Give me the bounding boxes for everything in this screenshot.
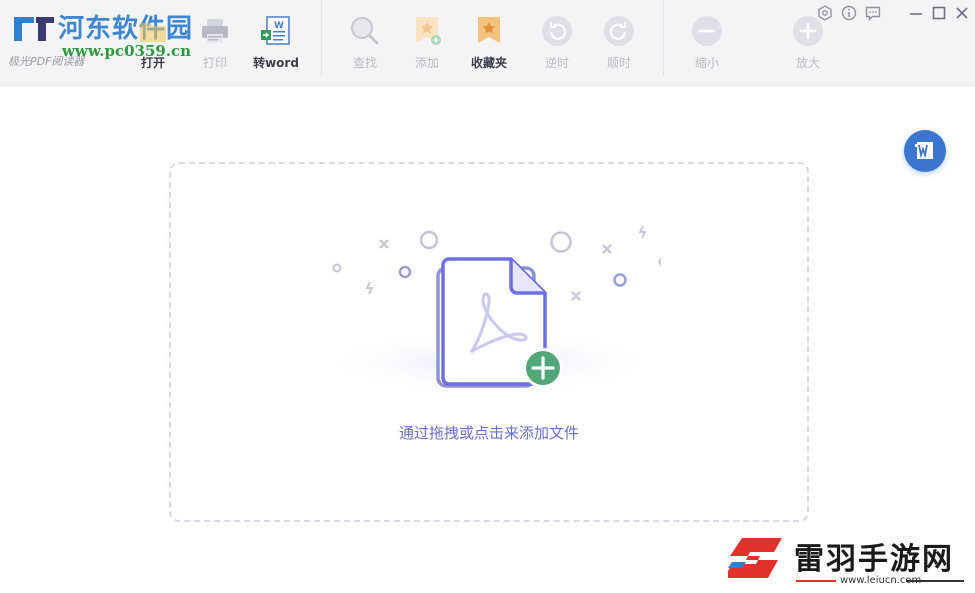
svg-text:W: W	[274, 21, 284, 31]
maximize-icon[interactable]	[930, 4, 948, 22]
bookmark-star-icon	[478, 17, 500, 43]
rotate-ccw-icon	[542, 16, 572, 46]
find-label: 查找	[352, 56, 377, 70]
drop-zone-hint: 通过拖拽或点击来添加文件	[398, 424, 579, 442]
watermark-site-title: 雷羽手游网	[794, 542, 954, 577]
add-pdf-illustration	[321, 225, 661, 394]
rotate-cw-icon	[604, 16, 634, 46]
search-icon	[351, 17, 379, 45]
toolbar-divider	[321, 0, 322, 76]
rotate-cw-button[interactable]: 顺时	[591, 14, 647, 76]
folder-open-icon	[140, 23, 166, 42]
minimize-icon[interactable]	[907, 4, 925, 22]
watermark-divider	[796, 580, 836, 582]
zoom-in-label: 放大	[795, 56, 820, 70]
add-bookmark-icon	[416, 17, 441, 45]
print-label: 打印	[202, 56, 227, 70]
close-icon[interactable]	[953, 4, 971, 22]
open-label: 打开	[140, 56, 165, 70]
find-button[interactable]: 查找	[337, 14, 393, 76]
rotate-cw-label: 顺时	[606, 56, 631, 70]
open-button[interactable]: 打开	[125, 14, 181, 76]
file-drop-zone[interactable]: 通过拖拽或点击来添加文件	[169, 162, 809, 522]
rotate-ccw-button[interactable]: 逆时	[529, 14, 585, 76]
rotate-ccw-label: 逆时	[544, 56, 569, 70]
toolbar: 极光PDF阅读器 河东软件园 www.pc0359.cn 打开 打印 W 转wo…	[0, 0, 975, 86]
favorites-label: 收藏夹	[470, 56, 507, 70]
feedback-icon[interactable]	[864, 4, 882, 22]
watermark-logo-icon	[724, 538, 782, 578]
app-logo-icon	[14, 17, 54, 41]
word-convert-icon: W	[261, 16, 290, 45]
toolbar-divider	[663, 0, 664, 76]
info-icon[interactable]	[840, 4, 858, 22]
favorites-button[interactable]: 收藏夹	[461, 14, 517, 76]
zoom-in-button[interactable]: 放大	[780, 14, 836, 76]
settings-icon[interactable]	[816, 4, 834, 22]
printer-icon	[202, 19, 228, 43]
pdf-to-word-float-button[interactable]	[904, 130, 946, 172]
convert-to-word-button[interactable]: W 转word	[248, 14, 304, 76]
zoom-out-button[interactable]: 缩小	[679, 14, 735, 76]
word-doc-icon	[915, 142, 933, 159]
print-button[interactable]: 打印	[187, 14, 243, 76]
add-label: 添加	[414, 56, 439, 70]
watermark-divider	[906, 580, 964, 582]
convert-to-word-label: 转word	[253, 56, 299, 70]
minus-circle-icon	[692, 16, 722, 46]
app-window: 极光PDF阅读器 河东软件园 www.pc0359.cn 打开 打印 W 转wo…	[0, 0, 975, 593]
site-watermark: 雷羽手游网 www.leiucn.com	[724, 532, 968, 588]
add-bookmark-button[interactable]: 添加	[399, 14, 455, 76]
zoom-out-label: 缩小	[694, 56, 719, 70]
